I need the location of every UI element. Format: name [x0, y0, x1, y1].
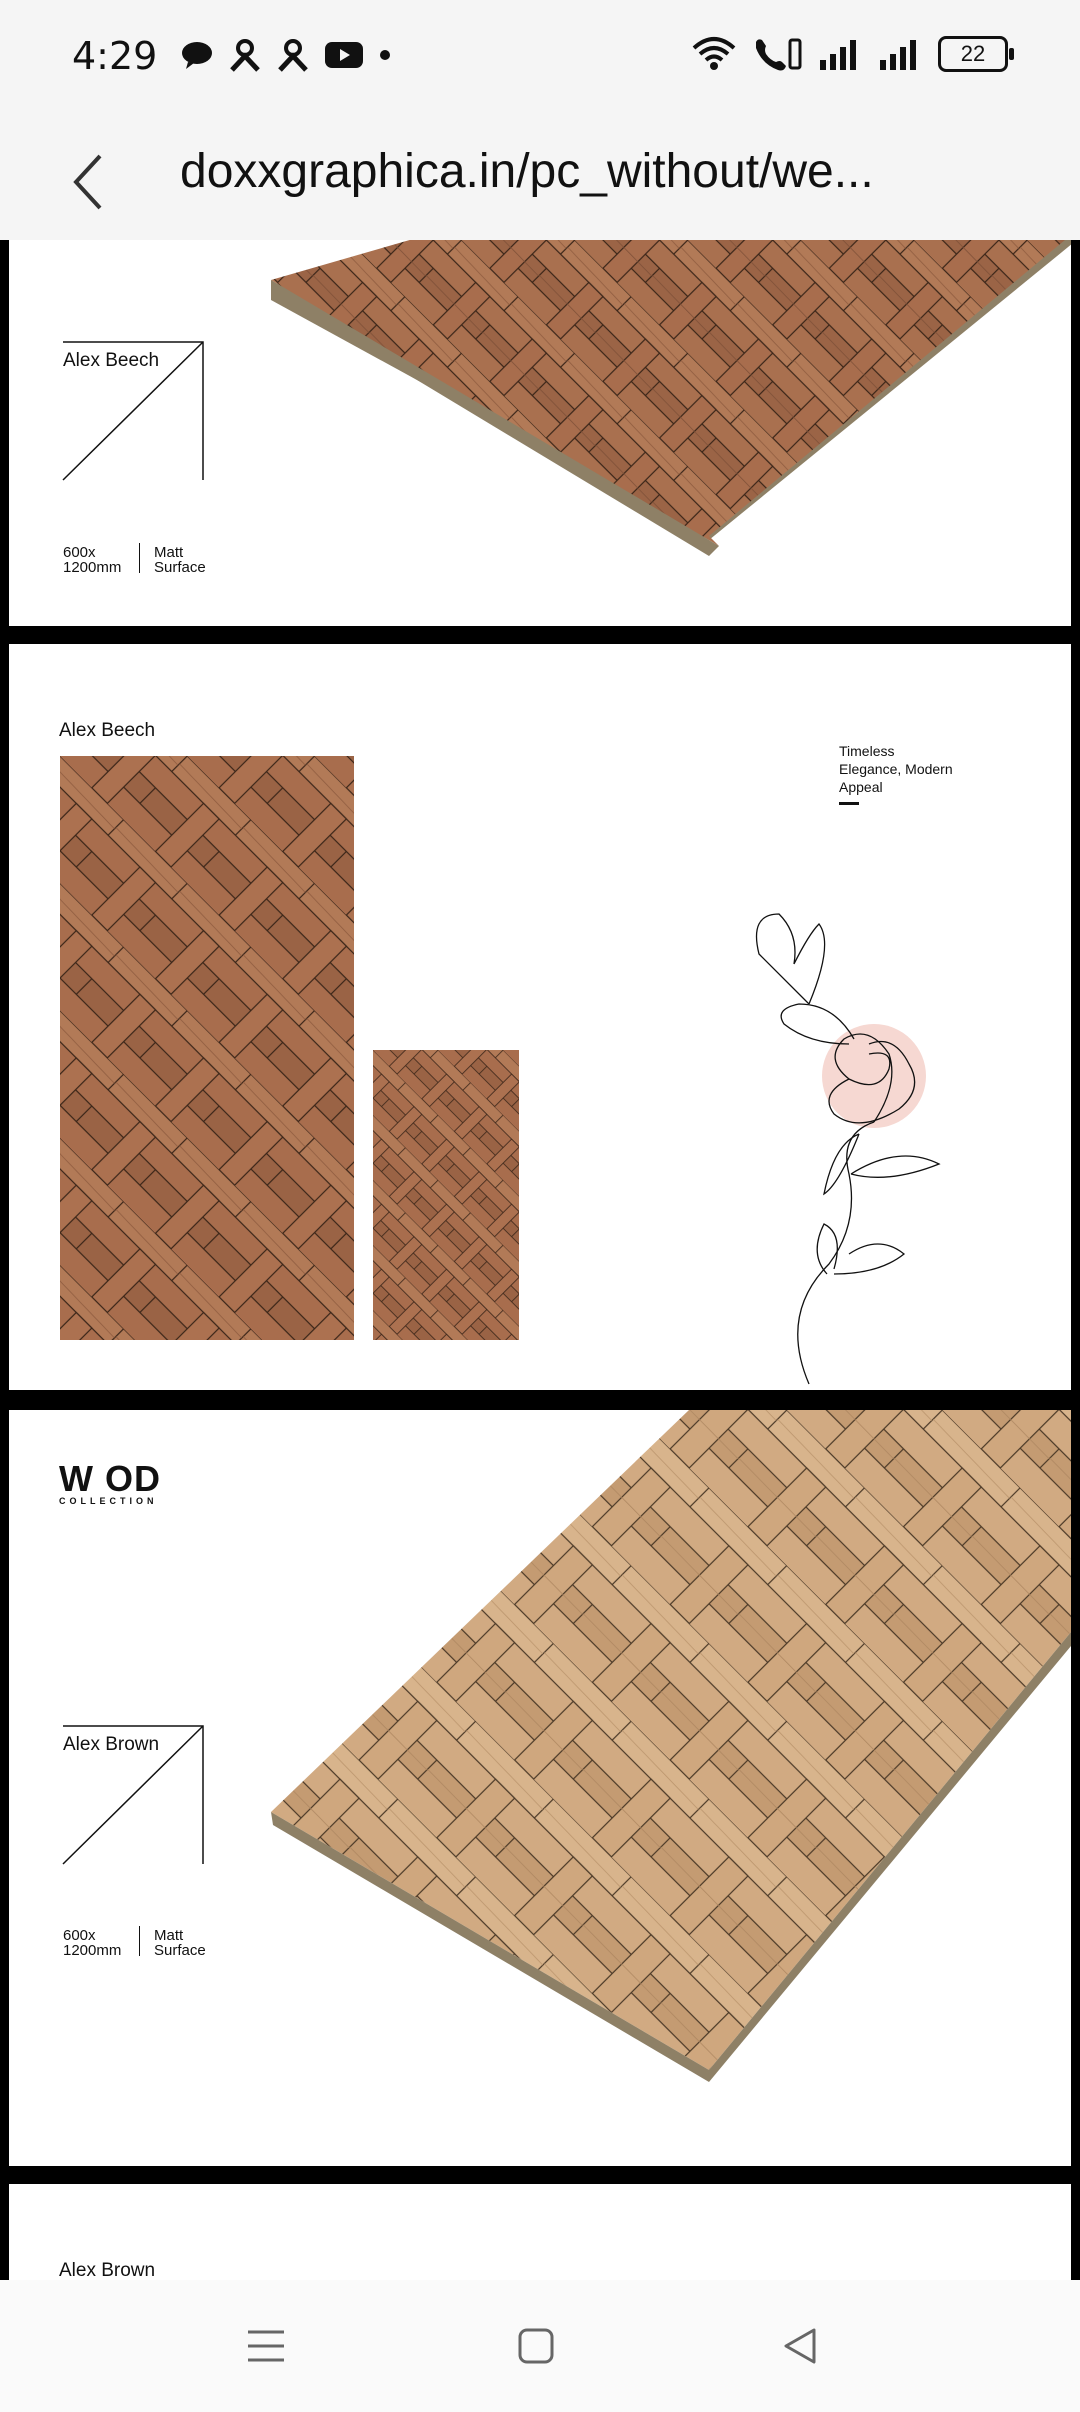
- flower-line-art: [755, 913, 941, 1385]
- tile-surface: Matt Surface: [154, 544, 206, 576]
- menu-icon: [248, 2330, 284, 2362]
- tile-surface: Matt Surface: [154, 1927, 206, 1959]
- product-card-alex-beech-flat: Alex Beech Timeless Elegance, Modern App…: [9, 644, 1071, 1390]
- product-name: Alex Beech: [59, 720, 156, 741]
- spec-divider: [139, 1926, 140, 1956]
- home-square-icon: [518, 2328, 554, 2364]
- dimension-corner-icon: [62, 1725, 204, 1865]
- notification-icons: [180, 38, 392, 72]
- tile-size: 600x 1200mm: [63, 1927, 122, 1959]
- small-tile-image: [373, 1050, 519, 1340]
- dimension-corner-icon: [62, 341, 204, 481]
- product-name: Alex Brown: [59, 2260, 156, 2280]
- tagline: Timeless Elegance, Modern Appeal: [839, 743, 953, 795]
- product-card-alex-beech-3d: Alex Beech 600x 1200mm Matt Surface: [9, 240, 1071, 626]
- page-content: Alex Beech 600x 1200mm Matt Surface Alex…: [0, 240, 1080, 2280]
- tagline-dash: [839, 802, 859, 805]
- large-tile-image: [60, 756, 354, 1340]
- person-icon: [230, 39, 260, 72]
- back-button[interactable]: [48, 142, 128, 222]
- youtube-icon: [325, 42, 363, 68]
- back-triangle-icon: [784, 2328, 816, 2364]
- dot-icon: [380, 50, 390, 60]
- url-text[interactable]: doxxgraphica.in/pc_without/we...: [180, 144, 874, 199]
- recent-apps-button[interactable]: [236, 2316, 296, 2376]
- chat-bubble-icon: [182, 42, 212, 69]
- system-icons: 22: [692, 36, 1014, 72]
- status-time: 4:29: [72, 34, 158, 78]
- system-nav-bar: [0, 2280, 1080, 2412]
- battery-icon: 22: [938, 36, 1014, 72]
- signal-icon: [820, 40, 856, 70]
- home-button[interactable]: [506, 2316, 566, 2376]
- tile-size: 600x 1200mm: [63, 544, 122, 576]
- system-back-button[interactable]: [770, 2316, 830, 2376]
- chevron-left-icon: [73, 154, 102, 210]
- product-card-alex-brown-flat: Alex Brown: [9, 2184, 1071, 2280]
- product-card-alex-brown-3d: W OD COLLECTION Alex Brown 600x 1200mm M…: [9, 1410, 1071, 2166]
- wifi-icon: [692, 37, 736, 70]
- person-icon: [278, 39, 308, 72]
- browser-url-bar: doxxgraphica.in/pc_without/we...: [0, 122, 1080, 241]
- status-bar: 4:29 22: [0, 0, 1080, 122]
- signal-icon: [880, 40, 916, 70]
- wifi-calling-icon: [756, 38, 802, 71]
- spec-divider: [139, 543, 140, 573]
